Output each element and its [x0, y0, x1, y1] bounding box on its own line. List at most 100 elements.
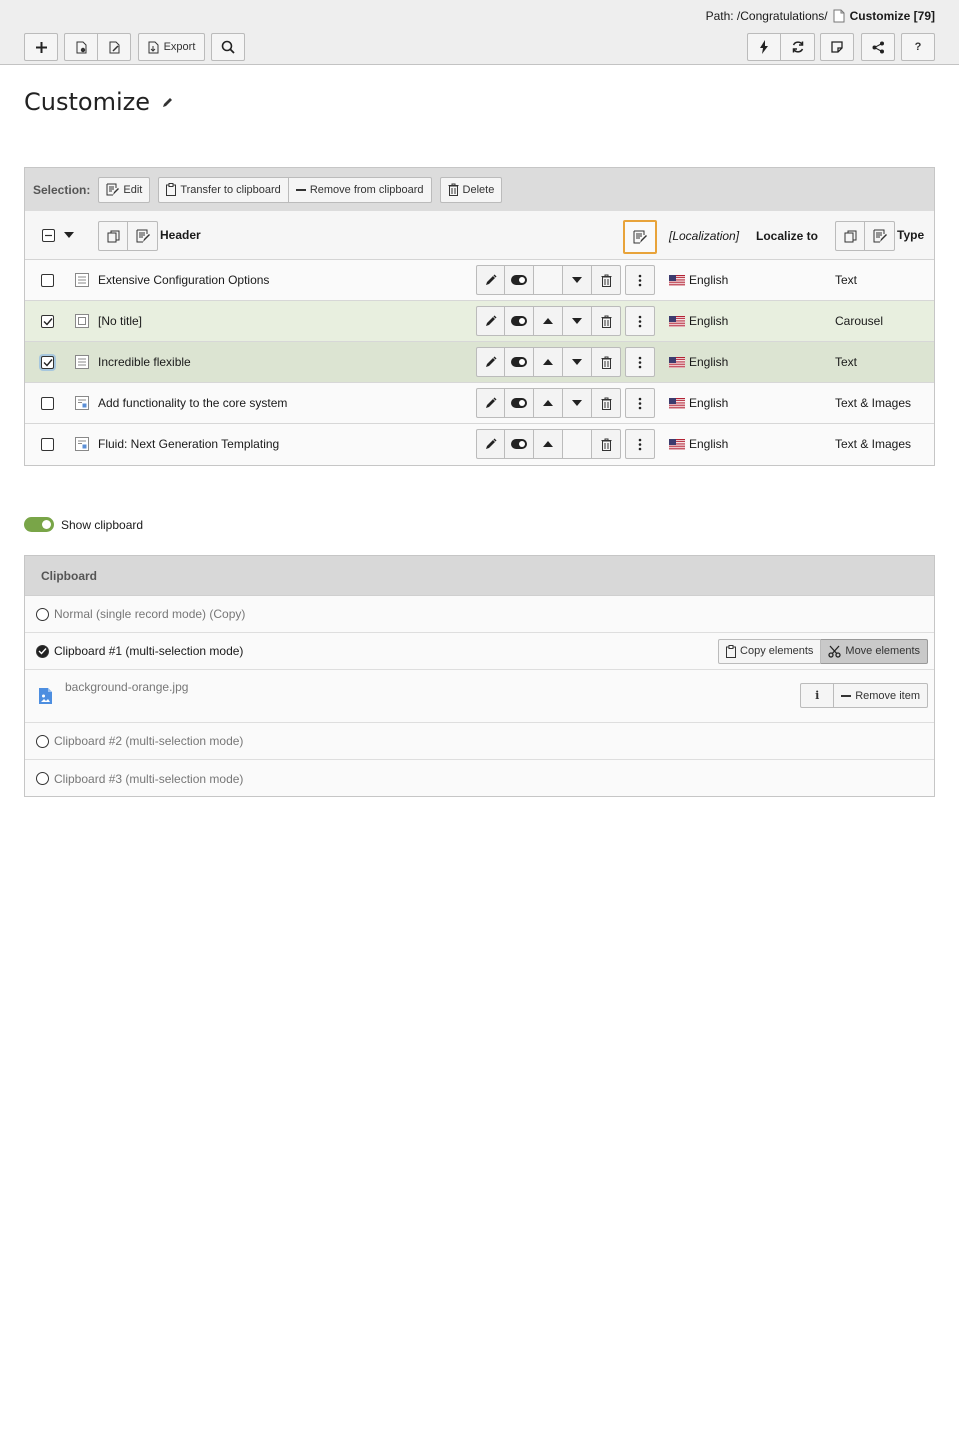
more-options-button[interactable]: [625, 265, 655, 295]
pad-2-label[interactable]: Clipboard #2 (multi-selection mode): [54, 734, 243, 748]
row-title[interactable]: [No title]: [98, 314, 142, 328]
selection-edit-button[interactable]: Edit: [98, 176, 151, 203]
move-down-button[interactable]: [563, 388, 592, 418]
row-checkbox[interactable]: [41, 356, 54, 369]
column-header-title[interactable]: Header: [160, 228, 201, 242]
delete-record-button[interactable]: [592, 388, 621, 418]
content-textpic-icon[interactable]: [75, 396, 89, 410]
show-clipboard-toggle[interactable]: Show clipboard: [24, 517, 143, 532]
edit-type-column-button[interactable]: [865, 221, 895, 251]
clipboard-pad-1[interactable]: Clipboard #1 (multi-selection mode) Copy…: [25, 633, 934, 670]
edit-page-button[interactable]: [98, 33, 131, 61]
pad-3-label[interactable]: Clipboard #3 (multi-selection mode): [54, 772, 243, 786]
pad-2-radio[interactable]: [36, 734, 49, 748]
row-checkbox[interactable]: [41, 274, 54, 287]
transfer-to-clipboard-button[interactable]: Transfer to clipboard: [158, 176, 289, 203]
toggle-visibility-button[interactable]: [505, 306, 534, 336]
caret-down-icon: [572, 277, 582, 283]
reload-button[interactable]: [781, 33, 815, 61]
row-title[interactable]: Incredible flexible: [98, 355, 191, 369]
caret-down-icon[interactable]: [64, 232, 74, 238]
row-checkbox[interactable]: [41, 397, 54, 410]
export-label: Export: [163, 41, 196, 53]
move-down-button[interactable]: [563, 347, 592, 377]
clear-cache-button[interactable]: [747, 33, 781, 61]
more-options-button[interactable]: [625, 306, 655, 336]
clipboard-pad-normal[interactable]: Normal (single record mode) (Copy): [25, 596, 934, 633]
move-down-button[interactable]: [563, 265, 592, 295]
move-elements-button[interactable]: Move elements: [821, 638, 928, 664]
edit-localization-column-button[interactable]: [623, 220, 657, 254]
remove-from-clipboard-button[interactable]: Remove from clipboard: [288, 176, 432, 203]
clipboard-pad-3[interactable]: Clipboard #3 (multi-selection mode): [25, 760, 934, 797]
delete-record-button[interactable]: [592, 347, 621, 377]
copy-elements-button[interactable]: Copy elements: [718, 638, 822, 664]
current-page[interactable]: Customize [79]: [850, 9, 935, 23]
cache-group: [747, 33, 815, 61]
table-header: Header [Localization] Localize to Type: [25, 211, 934, 260]
select-all-checkbox[interactable]: [42, 229, 55, 242]
toggle-visibility-button[interactable]: [505, 388, 534, 418]
move-up-button[interactable]: [534, 347, 563, 377]
item-info-button[interactable]: i: [800, 683, 835, 708]
pad-normal-label[interactable]: Normal (single record mode) (Copy): [54, 607, 245, 621]
row-title[interactable]: Extensive Configuration Options: [98, 273, 269, 287]
content-carousel-icon[interactable]: [75, 314, 89, 328]
caret-up-icon: [543, 318, 553, 324]
move-down-button[interactable]: [563, 306, 592, 336]
help-button[interactable]: ?: [901, 33, 935, 61]
toggle-switch[interactable]: [24, 517, 54, 532]
pencil-icon[interactable]: [162, 96, 174, 108]
search-button[interactable]: [211, 33, 245, 61]
row-checkbox[interactable]: [41, 438, 54, 451]
content-textpic-icon[interactable]: [75, 437, 89, 451]
pad-3-radio[interactable]: [36, 772, 49, 785]
content-text-icon[interactable]: [75, 273, 89, 287]
clipboard-panel: Clipboard Normal (single record mode) (C…: [24, 555, 935, 797]
copy-type-column-button[interactable]: [835, 221, 865, 251]
share-button[interactable]: [861, 33, 895, 61]
row-title[interactable]: Add functionality to the core system: [98, 396, 287, 410]
edit-record-button[interactable]: [476, 265, 505, 295]
edit-record-button[interactable]: [476, 429, 505, 459]
record-list: Selection: Edit Transfer to clipboard Re…: [24, 167, 935, 466]
move-up-button[interactable]: [534, 429, 563, 459]
new-content-button[interactable]: [24, 33, 58, 61]
selection-delete-button[interactable]: Delete: [439, 176, 503, 203]
doc-header: Path: /Congratulations/ Customize [79] E…: [0, 0, 959, 65]
shortcut-button[interactable]: [820, 33, 854, 61]
more-options-button[interactable]: [625, 388, 655, 418]
pad-normal-radio[interactable]: [36, 607, 49, 621]
pad-1-radio[interactable]: [36, 644, 49, 658]
toggle-visibility-button[interactable]: [505, 347, 534, 377]
clipboard-actions: Transfer to clipboard Remove from clipbo…: [158, 176, 432, 203]
row-language-label: English: [689, 437, 729, 451]
move-up-button[interactable]: [534, 306, 563, 336]
edit-record-button[interactable]: [476, 388, 505, 418]
edit-record-button[interactable]: [476, 347, 505, 377]
delete-record-button[interactable]: [592, 265, 621, 295]
toggle-on-icon: [511, 439, 527, 449]
row-title[interactable]: Fluid: Next Generation Templating: [98, 437, 279, 451]
content-text-icon[interactable]: [75, 355, 89, 369]
trash-icon: [601, 438, 612, 451]
view-page-button[interactable]: [64, 33, 98, 61]
move-up-button[interactable]: [534, 388, 563, 418]
delete-record-button[interactable]: [592, 429, 621, 459]
clipboard-pad-2[interactable]: Clipboard #2 (multi-selection mode): [25, 723, 934, 760]
row-checkbox[interactable]: [41, 315, 54, 328]
toggle-visibility-button[interactable]: [505, 429, 534, 459]
edit-column-button[interactable]: [128, 221, 158, 251]
export-button[interactable]: Export: [138, 33, 205, 61]
toggle-visibility-button[interactable]: [505, 265, 534, 295]
search-icon: [221, 40, 235, 54]
more-options-button[interactable]: [625, 429, 655, 459]
copy-column-button[interactable]: [98, 221, 128, 251]
remove-item-button[interactable]: Remove item: [834, 683, 928, 708]
more-options-button[interactable]: [625, 347, 655, 377]
pad-1-label[interactable]: Clipboard #1 (multi-selection mode): [54, 644, 243, 658]
delete-record-button[interactable]: [592, 306, 621, 336]
edit-record-button[interactable]: [476, 306, 505, 336]
clipboard-title: Clipboard: [25, 556, 934, 596]
column-type[interactable]: Type: [897, 228, 924, 242]
